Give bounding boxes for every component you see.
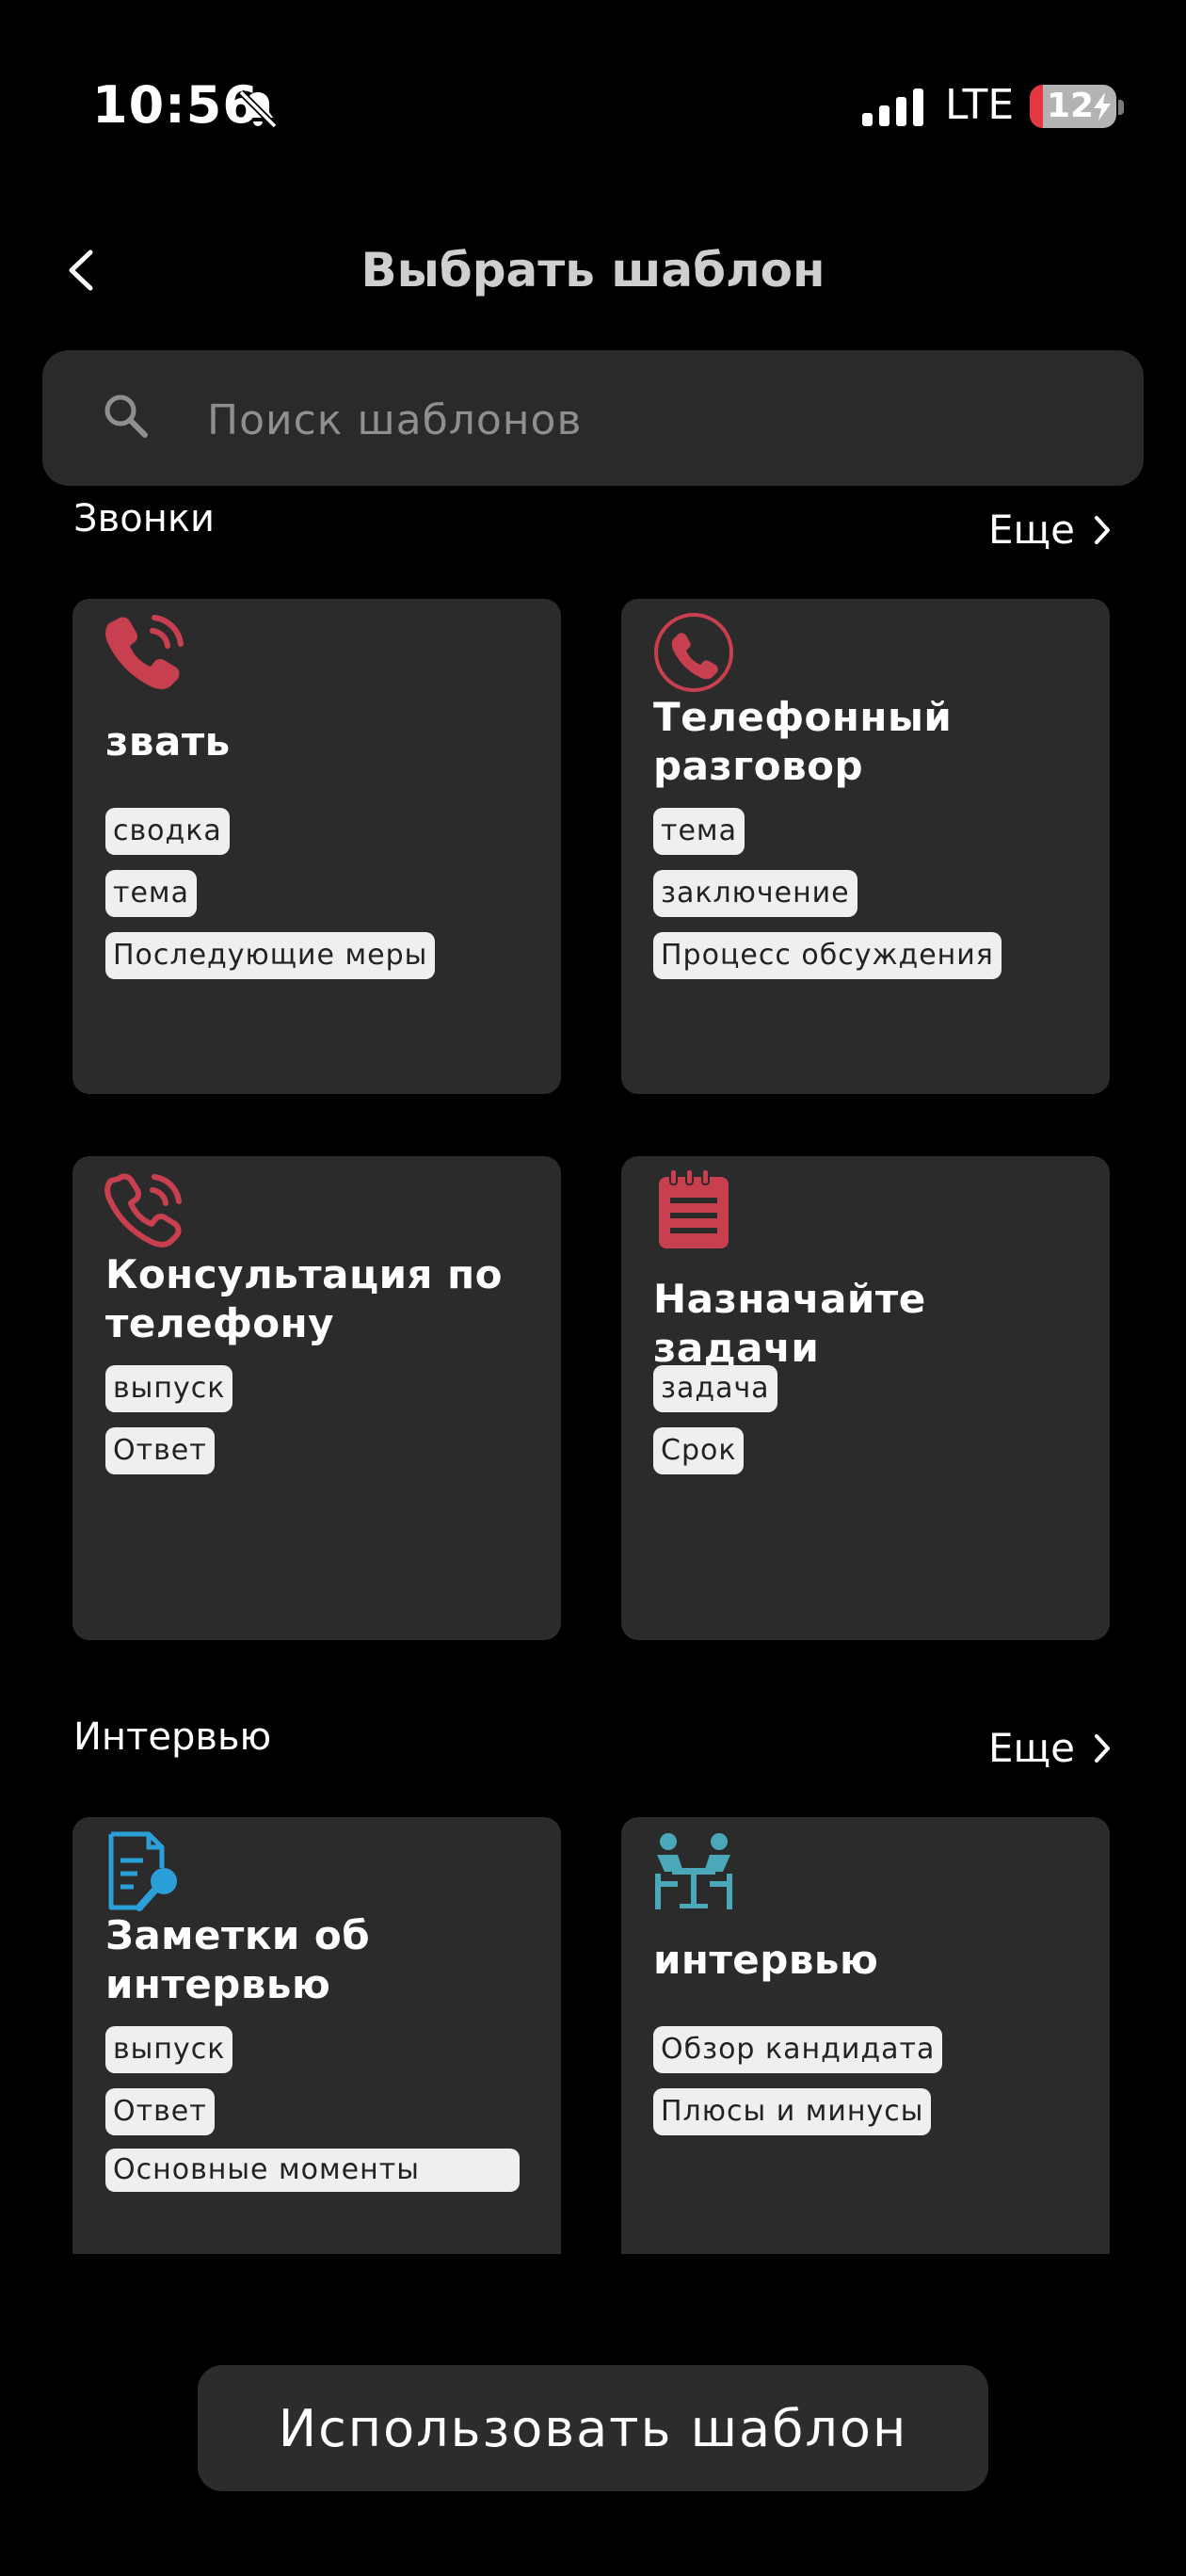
card-title: звать bbox=[105, 718, 231, 765]
chevron-right-icon bbox=[1094, 515, 1110, 544]
phone-ringing-icon bbox=[105, 615, 184, 689]
search-input[interactable] bbox=[205, 388, 1056, 452]
tag: Последующие меры bbox=[105, 932, 436, 979]
status-time: 10:56 bbox=[92, 75, 259, 135]
notepad-icon bbox=[659, 1168, 729, 1248]
card-title: Телефонный разговор bbox=[653, 694, 953, 789]
battery-indicator: 12 bbox=[1030, 85, 1116, 128]
tag: Обзор кандидата bbox=[653, 2026, 943, 2073]
section-title-calls: Звонки bbox=[73, 497, 215, 540]
card-title: Заметки об интервью bbox=[105, 1912, 371, 2007]
tag: Процесс обсуждения bbox=[653, 932, 1002, 979]
tag: Ответ bbox=[105, 1427, 215, 1474]
more-label: Еще bbox=[988, 507, 1075, 553]
card-title: интервью bbox=[653, 1937, 879, 1983]
more-interview-link[interactable]: Еще bbox=[988, 1725, 1113, 1771]
tag: сводка bbox=[105, 808, 230, 855]
tag: Плюсы и минусы bbox=[653, 2088, 932, 2135]
tag: Срок bbox=[653, 1427, 745, 1474]
use-template-button[interactable]: Использовать шаблон bbox=[198, 2365, 988, 2491]
bell-muted-icon bbox=[238, 89, 278, 129]
battery-tip bbox=[1118, 100, 1124, 115]
tag: тема bbox=[105, 870, 197, 917]
tag: Ответ bbox=[105, 2088, 215, 2135]
tag: выпуск bbox=[105, 1365, 233, 1412]
charging-bolt-icon bbox=[1094, 92, 1111, 121]
phone-call-outline-icon bbox=[104, 1173, 182, 1248]
document-microphone-icon bbox=[108, 1831, 177, 1911]
card-title: Консультация по телефону bbox=[105, 1251, 504, 1346]
cellular-signal-icon bbox=[862, 89, 923, 126]
network-type: LTE bbox=[945, 81, 1015, 129]
chevron-right-icon bbox=[1094, 1733, 1110, 1763]
tag: выпуск bbox=[105, 2026, 233, 2073]
battery-level: 12 bbox=[1047, 87, 1095, 125]
tag: заключение bbox=[653, 870, 857, 917]
phone-circle-icon bbox=[654, 613, 733, 692]
meeting-table-icon bbox=[655, 1833, 732, 1909]
card-title: Назначайте задачи bbox=[653, 1276, 926, 1371]
tag: тема bbox=[653, 808, 745, 855]
page-title: Выбрать шаблон bbox=[361, 243, 825, 298]
more-label: Еще bbox=[988, 1725, 1075, 1771]
tag: Основные моменты bbox=[105, 2149, 520, 2192]
section-title-interview: Интервью bbox=[73, 1715, 272, 1759]
search-icon bbox=[104, 394, 148, 438]
more-calls-link[interactable]: Еще bbox=[988, 507, 1113, 553]
tag: задача bbox=[653, 1365, 777, 1412]
